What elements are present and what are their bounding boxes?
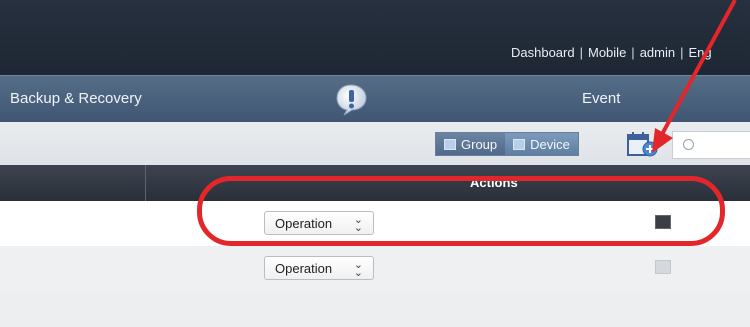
link-admin[interactable]: admin [640, 45, 675, 60]
link-mobile[interactable]: Mobile [588, 45, 626, 60]
device-icon [513, 138, 526, 150]
nav-item-event[interactable]: Event [582, 90, 620, 107]
group-toggle-button[interactable]: Group [436, 133, 506, 155]
operation-dropdown-button[interactable]: Operation ⌄ ⌄ [264, 256, 374, 280]
monitor-icon[interactable] [655, 260, 671, 274]
add-device-icon[interactable] [625, 130, 661, 160]
link-language[interactable]: Eng [689, 45, 712, 60]
group-icon [444, 138, 456, 150]
table-row: Operation ⌄ ⌄ [0, 246, 750, 292]
top-header: Dashboard | Mobile | admin | Eng [0, 0, 750, 75]
top-links: Dashboard | Mobile | admin | Eng [511, 45, 712, 60]
double-chevron-down-icon: ⌄ ⌄ [353, 259, 363, 279]
view-toggle: Group Device [435, 132, 579, 156]
table-footer [0, 291, 750, 327]
main-nav: Backup & Recovery Event [0, 75, 750, 123]
nav-item-backup-recovery[interactable]: Backup & Recovery [10, 90, 142, 107]
exclamation-bubble-icon[interactable] [334, 82, 369, 117]
toolbar: Group Device [0, 122, 750, 166]
group-label: Group [461, 136, 498, 152]
link-dashboard[interactable]: Dashboard [511, 45, 575, 60]
link-separator: | [631, 45, 635, 60]
device-toggle-button[interactable]: Device [505, 133, 578, 155]
link-separator: | [579, 45, 583, 60]
column-divider [145, 165, 146, 201]
device-label: Device [530, 136, 570, 152]
search-input[interactable] [672, 131, 750, 159]
link-separator: | [680, 45, 684, 60]
search-icon [683, 139, 694, 150]
operation-label: Operation [275, 260, 333, 276]
annotation-highlight-oval [197, 176, 725, 246]
